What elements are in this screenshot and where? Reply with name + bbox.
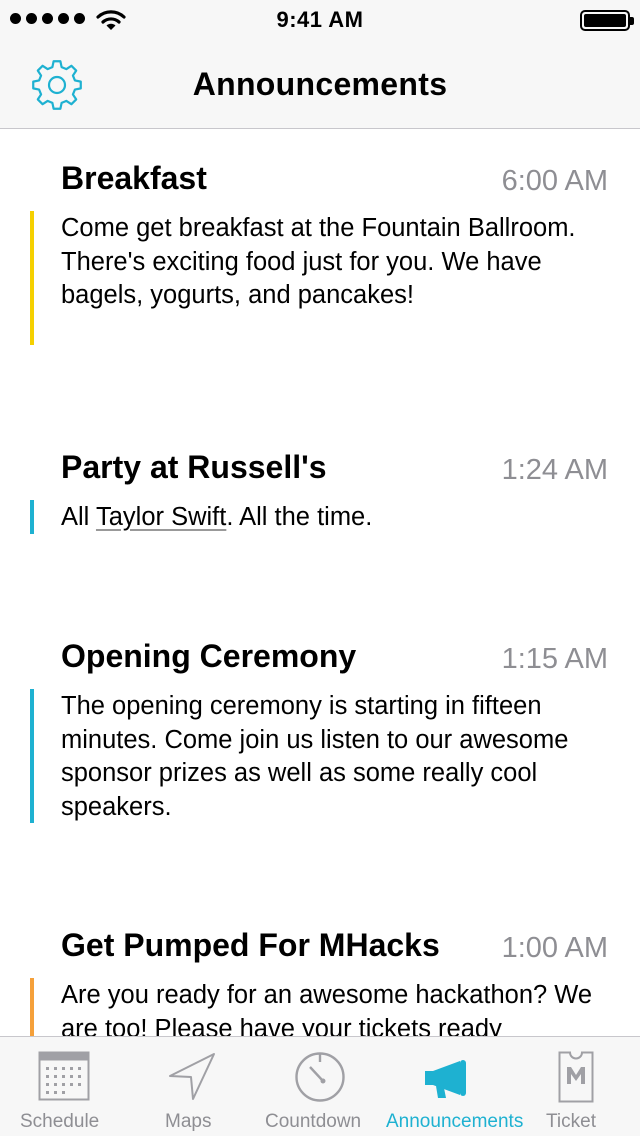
announcement-body: The opening ceremony is starting in fift… — [61, 692, 569, 821]
announcement-title: Opening Ceremony — [61, 638, 357, 674]
status-bar: 9:41 AM — [0, 0, 640, 40]
category-indicator — [30, 689, 34, 823]
tab-bar: Schedule Maps Countdown Announcements Ti… — [0, 1036, 640, 1136]
category-indicator — [30, 978, 34, 1036]
announcement-time: 1:15 AM — [501, 643, 608, 675]
tab-ticket[interactable]: Ticket — [512, 1037, 640, 1136]
announcement-title: Party at Russell's — [61, 449, 327, 485]
navigation-arrow-icon — [169, 1053, 215, 1100]
tab-label: Announcements — [386, 1111, 524, 1132]
body-text: All — [61, 503, 96, 531]
timer-icon — [295, 1052, 345, 1102]
announcement-body: Come get breakfast at the Fountain Ballr… — [61, 214, 576, 309]
body-link[interactable]: Taylor Swift — [96, 503, 226, 531]
tab-maps[interactable]: Maps — [128, 1037, 256, 1136]
announcement-time: 6:00 AM — [501, 165, 608, 197]
calendar-icon — [38, 1051, 90, 1101]
announcement-title: Get Pumped For MHacks — [61, 927, 440, 963]
body-text: . All the time. — [226, 503, 373, 531]
announcement-title: Breakfast — [61, 160, 207, 196]
tab-label: Countdown — [265, 1111, 362, 1132]
tab-label: Maps — [165, 1111, 212, 1132]
tab-label: Schedule — [20, 1111, 100, 1132]
megaphone-icon — [425, 1060, 466, 1098]
navigation-bar: Announcements — [0, 40, 640, 129]
announcement-body: Are you ready for an awesome hackathon? … — [61, 981, 593, 1036]
category-indicator — [30, 211, 34, 345]
tab-schedule[interactable]: Schedule — [0, 1037, 128, 1136]
ticket-icon — [558, 1051, 594, 1103]
tab-label: Ticket — [546, 1111, 596, 1132]
status-time: 9:41 AM — [276, 7, 364, 32]
battery-icon — [580, 10, 634, 31]
announcements-list[interactable]: Breakfast 6:00 AM Come get breakfast at … — [0, 130, 640, 1036]
tab-announcements[interactable]: Announcements — [384, 1037, 523, 1136]
page-title: Announcements — [192, 66, 448, 102]
announcement-body: All Taylor Swift. All the time. — [61, 501, 621, 535]
tab-countdown[interactable]: Countdown — [256, 1037, 384, 1136]
category-indicator — [30, 500, 34, 534]
announcement-time: 1:00 AM — [501, 932, 608, 964]
announcement-time: 1:24 AM — [501, 454, 608, 486]
